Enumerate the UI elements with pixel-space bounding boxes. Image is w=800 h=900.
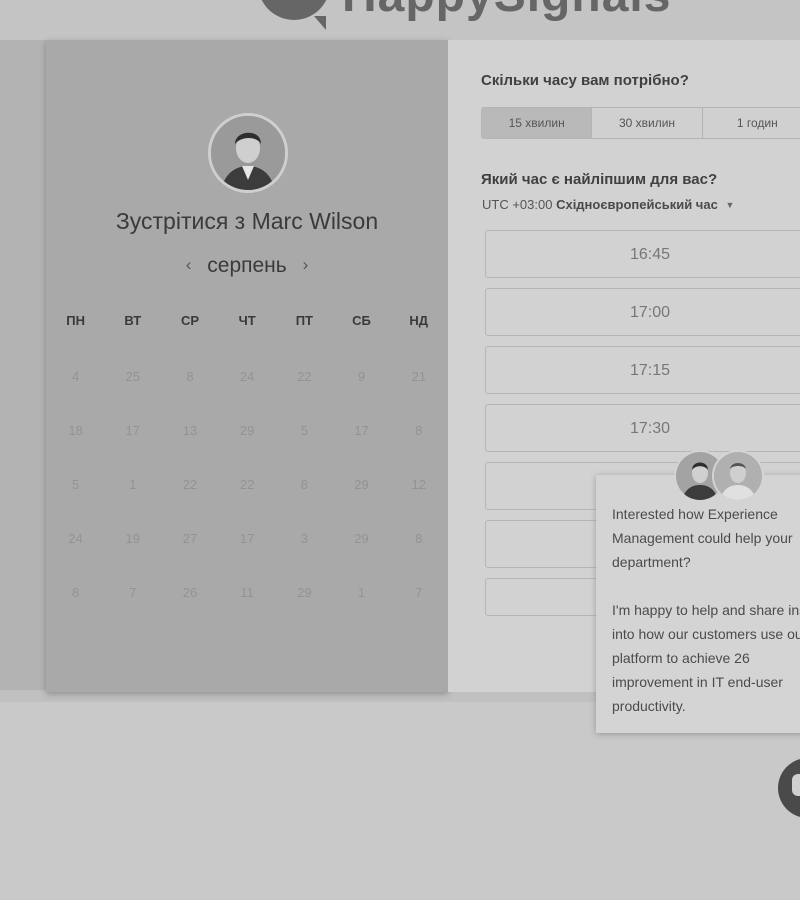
logo-text: HappySignals: [342, 0, 671, 22]
calendar-day: 13: [182, 423, 198, 438]
chat-message-popup[interactable]: Interested how Experience Management cou…: [596, 475, 800, 733]
chat-agent-avatar: [712, 450, 764, 502]
next-month-chevron-right-icon[interactable]: ›: [293, 255, 319, 275]
calendar-day: 1: [357, 585, 366, 600]
calendar-week: 5 1 22 22 8 29 12: [46, 458, 448, 512]
calendar-day: 18: [68, 423, 83, 438]
weekday-label: ПН: [66, 313, 85, 328]
calendar-day: 7: [415, 585, 423, 600]
timezone-selector[interactable]: UTC +03:00 Східноєвропейський час ▼: [482, 197, 734, 212]
calendar-day: 8: [300, 477, 308, 492]
calendar-day: 11: [240, 585, 254, 600]
duration-option-15[interactable]: 15 хвилин: [482, 108, 593, 138]
duration-selector: 15 хвилин 30 хвилин 1 годин: [481, 107, 800, 139]
calendar-week: 24 19 27 17 3 29 8: [46, 512, 448, 566]
calendar-day: 8: [415, 423, 423, 438]
weekday-label: ЧТ: [238, 313, 256, 328]
chat-message-text: Interested how Experience Management cou…: [612, 506, 800, 714]
calendar-day: 19: [125, 531, 141, 546]
calendar-day: 1: [129, 477, 137, 492]
calendar-day: 17: [125, 423, 141, 438]
caret-down-icon: ▼: [725, 200, 735, 210]
calendar-week: 4 25 8 24 22 9 21: [46, 350, 448, 404]
calendar-day: 5: [71, 477, 80, 492]
calendar-day: 29: [297, 585, 312, 600]
calendar-day: 5: [300, 423, 308, 438]
weekday-label: ПТ: [295, 313, 313, 328]
calendar-day: 29: [354, 531, 369, 546]
timezone-offset: UTC +03:00: [482, 197, 553, 212]
weekday-label: ВТ: [124, 313, 142, 328]
calendar-grid: 4 25 8 24 22 9 21 18 17 13 29 5 17 8 5 1…: [46, 350, 448, 620]
time-slot[interactable]: 17:15: [485, 346, 800, 394]
calendar: ПН ВТ СР ЧТ ПТ СБ НД 4 25 8 24 22 9 21 1…: [46, 310, 448, 620]
weekday-label: СР: [180, 313, 199, 328]
timezone-name: Східноєвропейський час: [556, 197, 718, 212]
duration-option-30[interactable]: 30 хвилин: [592, 108, 703, 138]
calendar-day: 8: [71, 585, 80, 600]
calendar-weekday-header: ПН ВТ СР ЧТ ПТ СБ НД: [46, 310, 448, 332]
calendar-day: 17: [354, 423, 369, 438]
calendar-day: 21: [411, 369, 426, 384]
person-icon: [714, 452, 762, 500]
time-slot[interactable]: 17:30: [485, 404, 800, 452]
calendar-day: 17: [239, 531, 255, 546]
calendar-day: 24: [239, 369, 255, 384]
calendar-day: 26: [182, 585, 198, 600]
weekday-label: СБ: [352, 313, 371, 328]
current-month-label: серпень: [207, 254, 287, 277]
calendar-day: 22: [297, 369, 312, 384]
calendar-day: 22: [239, 477, 255, 492]
calendar-day: 22: [182, 477, 198, 492]
time-slot[interactable]: 17:00: [485, 288, 800, 336]
duration-question: Скільки часу вам потрібно?: [481, 72, 689, 89]
host-panel: Зустрітися з Marc Wilson ‹ серпень › ПН …: [46, 40, 448, 692]
calendar-week: 18 17 13 29 5 17 8: [46, 404, 448, 458]
logo-bubble-icon: [258, 0, 330, 30]
calendar-day: 29: [354, 477, 369, 492]
duration-option-60[interactable]: 1 годин: [703, 108, 800, 138]
calendar-day: 8: [186, 369, 194, 384]
person-icon: [211, 116, 285, 190]
calendar-day: 7: [129, 585, 137, 600]
calendar-week: 8 7 26 11 29 1 7: [46, 566, 448, 620]
prev-month-chevron-left-icon[interactable]: ‹: [176, 255, 202, 275]
calendar-day: 9: [357, 369, 366, 384]
calendar-day: 8: [415, 531, 423, 546]
time-slot[interactable]: 16:45: [485, 230, 800, 278]
page-left-strip: [0, 40, 46, 690]
month-navigator: ‹ серпень ›: [46, 254, 448, 278]
calendar-day: 27: [182, 531, 198, 546]
calendar-day: 4: [71, 369, 80, 384]
chat-bubble-icon: [792, 774, 800, 796]
weekday-label: НД: [409, 313, 429, 328]
calendar-day: 12: [411, 477, 426, 492]
calendar-day: 24: [68, 531, 83, 546]
meeting-title: Зустрітися з Marc Wilson: [115, 208, 379, 234]
calendar-day: 25: [125, 369, 141, 384]
calendar-day: 3: [300, 531, 308, 546]
chat-launcher-button[interactable]: [778, 758, 800, 818]
host-avatar: [208, 113, 288, 193]
top-header: HappySignals: [0, 0, 800, 40]
time-question: Який час є найліпшим для вас?: [481, 171, 718, 188]
calendar-day: 29: [239, 423, 255, 438]
